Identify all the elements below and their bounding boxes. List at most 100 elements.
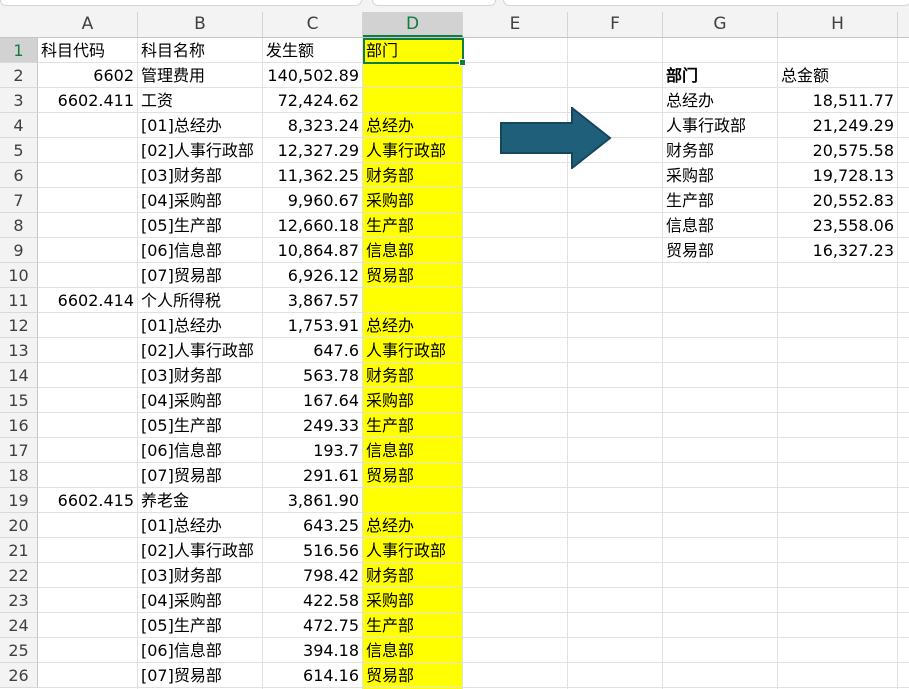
cell-b23[interactable]: [04]采购部: [138, 588, 263, 613]
cell-c2[interactable]: 140,502.89: [263, 63, 363, 88]
cell-b16[interactable]: [05]生产部: [138, 413, 263, 438]
cell-b22[interactable]: [03]财务部: [138, 563, 263, 588]
cell-h6[interactable]: 19,728.13: [778, 163, 898, 188]
cell-d2[interactable]: [363, 63, 463, 88]
cell-a6[interactable]: [38, 163, 138, 188]
row-header-18[interactable]: 18: [0, 463, 38, 488]
cell-a7[interactable]: [38, 188, 138, 213]
cell-b10[interactable]: [07]贸易部: [138, 263, 263, 288]
cell-d8[interactable]: 生产部: [363, 213, 463, 238]
cell-c24[interactable]: 472.75: [263, 613, 363, 638]
cell-g3[interactable]: 总经办: [663, 88, 778, 113]
cell-b6[interactable]: [03]财务部: [138, 163, 263, 188]
cell-b3[interactable]: 工资: [138, 88, 263, 113]
cell-h4[interactable]: 21,249.29: [778, 113, 898, 138]
row-header-23[interactable]: 23: [0, 588, 38, 613]
cell-a5[interactable]: [38, 138, 138, 163]
cell-c20[interactable]: 643.25: [263, 513, 363, 538]
cell-g2[interactable]: 部门: [663, 63, 778, 88]
cell-a13[interactable]: [38, 338, 138, 363]
cell-a19[interactable]: 6602.415: [38, 488, 138, 513]
cell-d3[interactable]: [363, 88, 463, 113]
cell-b25[interactable]: [06]信息部: [138, 638, 263, 663]
cell-c22[interactable]: 798.42: [263, 563, 363, 588]
cell-c17[interactable]: 193.7: [263, 438, 363, 463]
cell-c1[interactable]: 发生额: [263, 38, 363, 63]
row-header-20[interactable]: 20: [0, 513, 38, 538]
cell-d15[interactable]: 采购部: [363, 388, 463, 413]
cell-d6[interactable]: 财务部: [363, 163, 463, 188]
column-header-d[interactable]: D: [363, 12, 463, 37]
cell-h3[interactable]: 18,511.77: [778, 88, 898, 113]
cell-a12[interactable]: [38, 313, 138, 338]
cell-d13[interactable]: 人事行政部: [363, 338, 463, 363]
cell-a10[interactable]: [38, 263, 138, 288]
cell-b15[interactable]: [04]采购部: [138, 388, 263, 413]
cell-a2[interactable]: 6602: [38, 63, 138, 88]
cell-c13[interactable]: 647.6: [263, 338, 363, 363]
row-header-7[interactable]: 7: [0, 188, 38, 213]
cell-d24[interactable]: 生产部: [363, 613, 463, 638]
row-header-17[interactable]: 17: [0, 438, 38, 463]
cell-g4[interactable]: 人事行政部: [663, 113, 778, 138]
cell-b1[interactable]: 科目名称: [138, 38, 263, 63]
cell-d11[interactable]: [363, 288, 463, 313]
cell-a26[interactable]: [38, 663, 138, 688]
cell-a20[interactable]: [38, 513, 138, 538]
cell-a3[interactable]: 6602.411: [38, 88, 138, 113]
row-header-8[interactable]: 8: [0, 213, 38, 238]
cell-d25[interactable]: 信息部: [363, 638, 463, 663]
cell-d26[interactable]: 贸易部: [363, 663, 463, 688]
cell-a11[interactable]: 6602.414: [38, 288, 138, 313]
cell-h7[interactable]: 20,552.83: [778, 188, 898, 213]
cell-c3[interactable]: 72,424.62: [263, 88, 363, 113]
row-header-26[interactable]: 26: [0, 663, 38, 688]
cell-c7[interactable]: 9,960.67: [263, 188, 363, 213]
cell-c15[interactable]: 167.64: [263, 388, 363, 413]
row-header-3[interactable]: 3: [0, 88, 38, 113]
cell-b14[interactable]: [03]财务部: [138, 363, 263, 388]
cell-a23[interactable]: [38, 588, 138, 613]
cell-d21[interactable]: 人事行政部: [363, 538, 463, 563]
cell-a21[interactable]: [38, 538, 138, 563]
cell-b2[interactable]: 管理费用: [138, 63, 263, 88]
cell-c19[interactable]: 3,861.90: [263, 488, 363, 513]
cell-a17[interactable]: [38, 438, 138, 463]
cell-c21[interactable]: 516.56: [263, 538, 363, 563]
cell-g7[interactable]: 生产部: [663, 188, 778, 213]
cell-a24[interactable]: [38, 613, 138, 638]
cell-d18[interactable]: 贸易部: [363, 463, 463, 488]
row-header-14[interactable]: 14: [0, 363, 38, 388]
row-header-24[interactable]: 24: [0, 613, 38, 638]
cell-c16[interactable]: 249.33: [263, 413, 363, 438]
cell-c14[interactable]: 563.78: [263, 363, 363, 388]
cell-d17[interactable]: 信息部: [363, 438, 463, 463]
cell-a9[interactable]: [38, 238, 138, 263]
worksheet-grid[interactable]: 科目代码 科目名称 发生额 部门 6602 管理费用 140,502.89 6602.411 工…: [38, 38, 909, 689]
cell-c10[interactable]: 6,926.12: [263, 263, 363, 288]
cell-d20[interactable]: 总经办: [363, 513, 463, 538]
cell-b21[interactable]: [02]人事行政部: [138, 538, 263, 563]
row-header-21[interactable]: 21: [0, 538, 38, 563]
row-header-19[interactable]: 19: [0, 488, 38, 513]
cell-b20[interactable]: [01]总经办: [138, 513, 263, 538]
cell-b8[interactable]: [05]生产部: [138, 213, 263, 238]
column-header-a[interactable]: A: [38, 12, 138, 37]
cell-g5[interactable]: 财务部: [663, 138, 778, 163]
row-header-25[interactable]: 25: [0, 638, 38, 663]
column-header-b[interactable]: B: [138, 12, 263, 37]
cell-g6[interactable]: 采购部: [663, 163, 778, 188]
cell-b5[interactable]: [02]人事行政部: [138, 138, 263, 163]
cell-d5[interactable]: 人事行政部: [363, 138, 463, 163]
column-header-c[interactable]: C: [263, 12, 363, 37]
cell-d4[interactable]: 总经办: [363, 113, 463, 138]
cell-d12[interactable]: 总经办: [363, 313, 463, 338]
cell-b12[interactable]: [01]总经办: [138, 313, 263, 338]
row-header-22[interactable]: 22: [0, 563, 38, 588]
column-header-h[interactable]: H: [778, 12, 898, 37]
active-cell-selection[interactable]: [363, 38, 466, 66]
cell-c8[interactable]: 12,660.18: [263, 213, 363, 238]
cell-g9[interactable]: 贸易部: [663, 238, 778, 263]
row-header-15[interactable]: 15: [0, 388, 38, 413]
cell-g8[interactable]: 信息部: [663, 213, 778, 238]
